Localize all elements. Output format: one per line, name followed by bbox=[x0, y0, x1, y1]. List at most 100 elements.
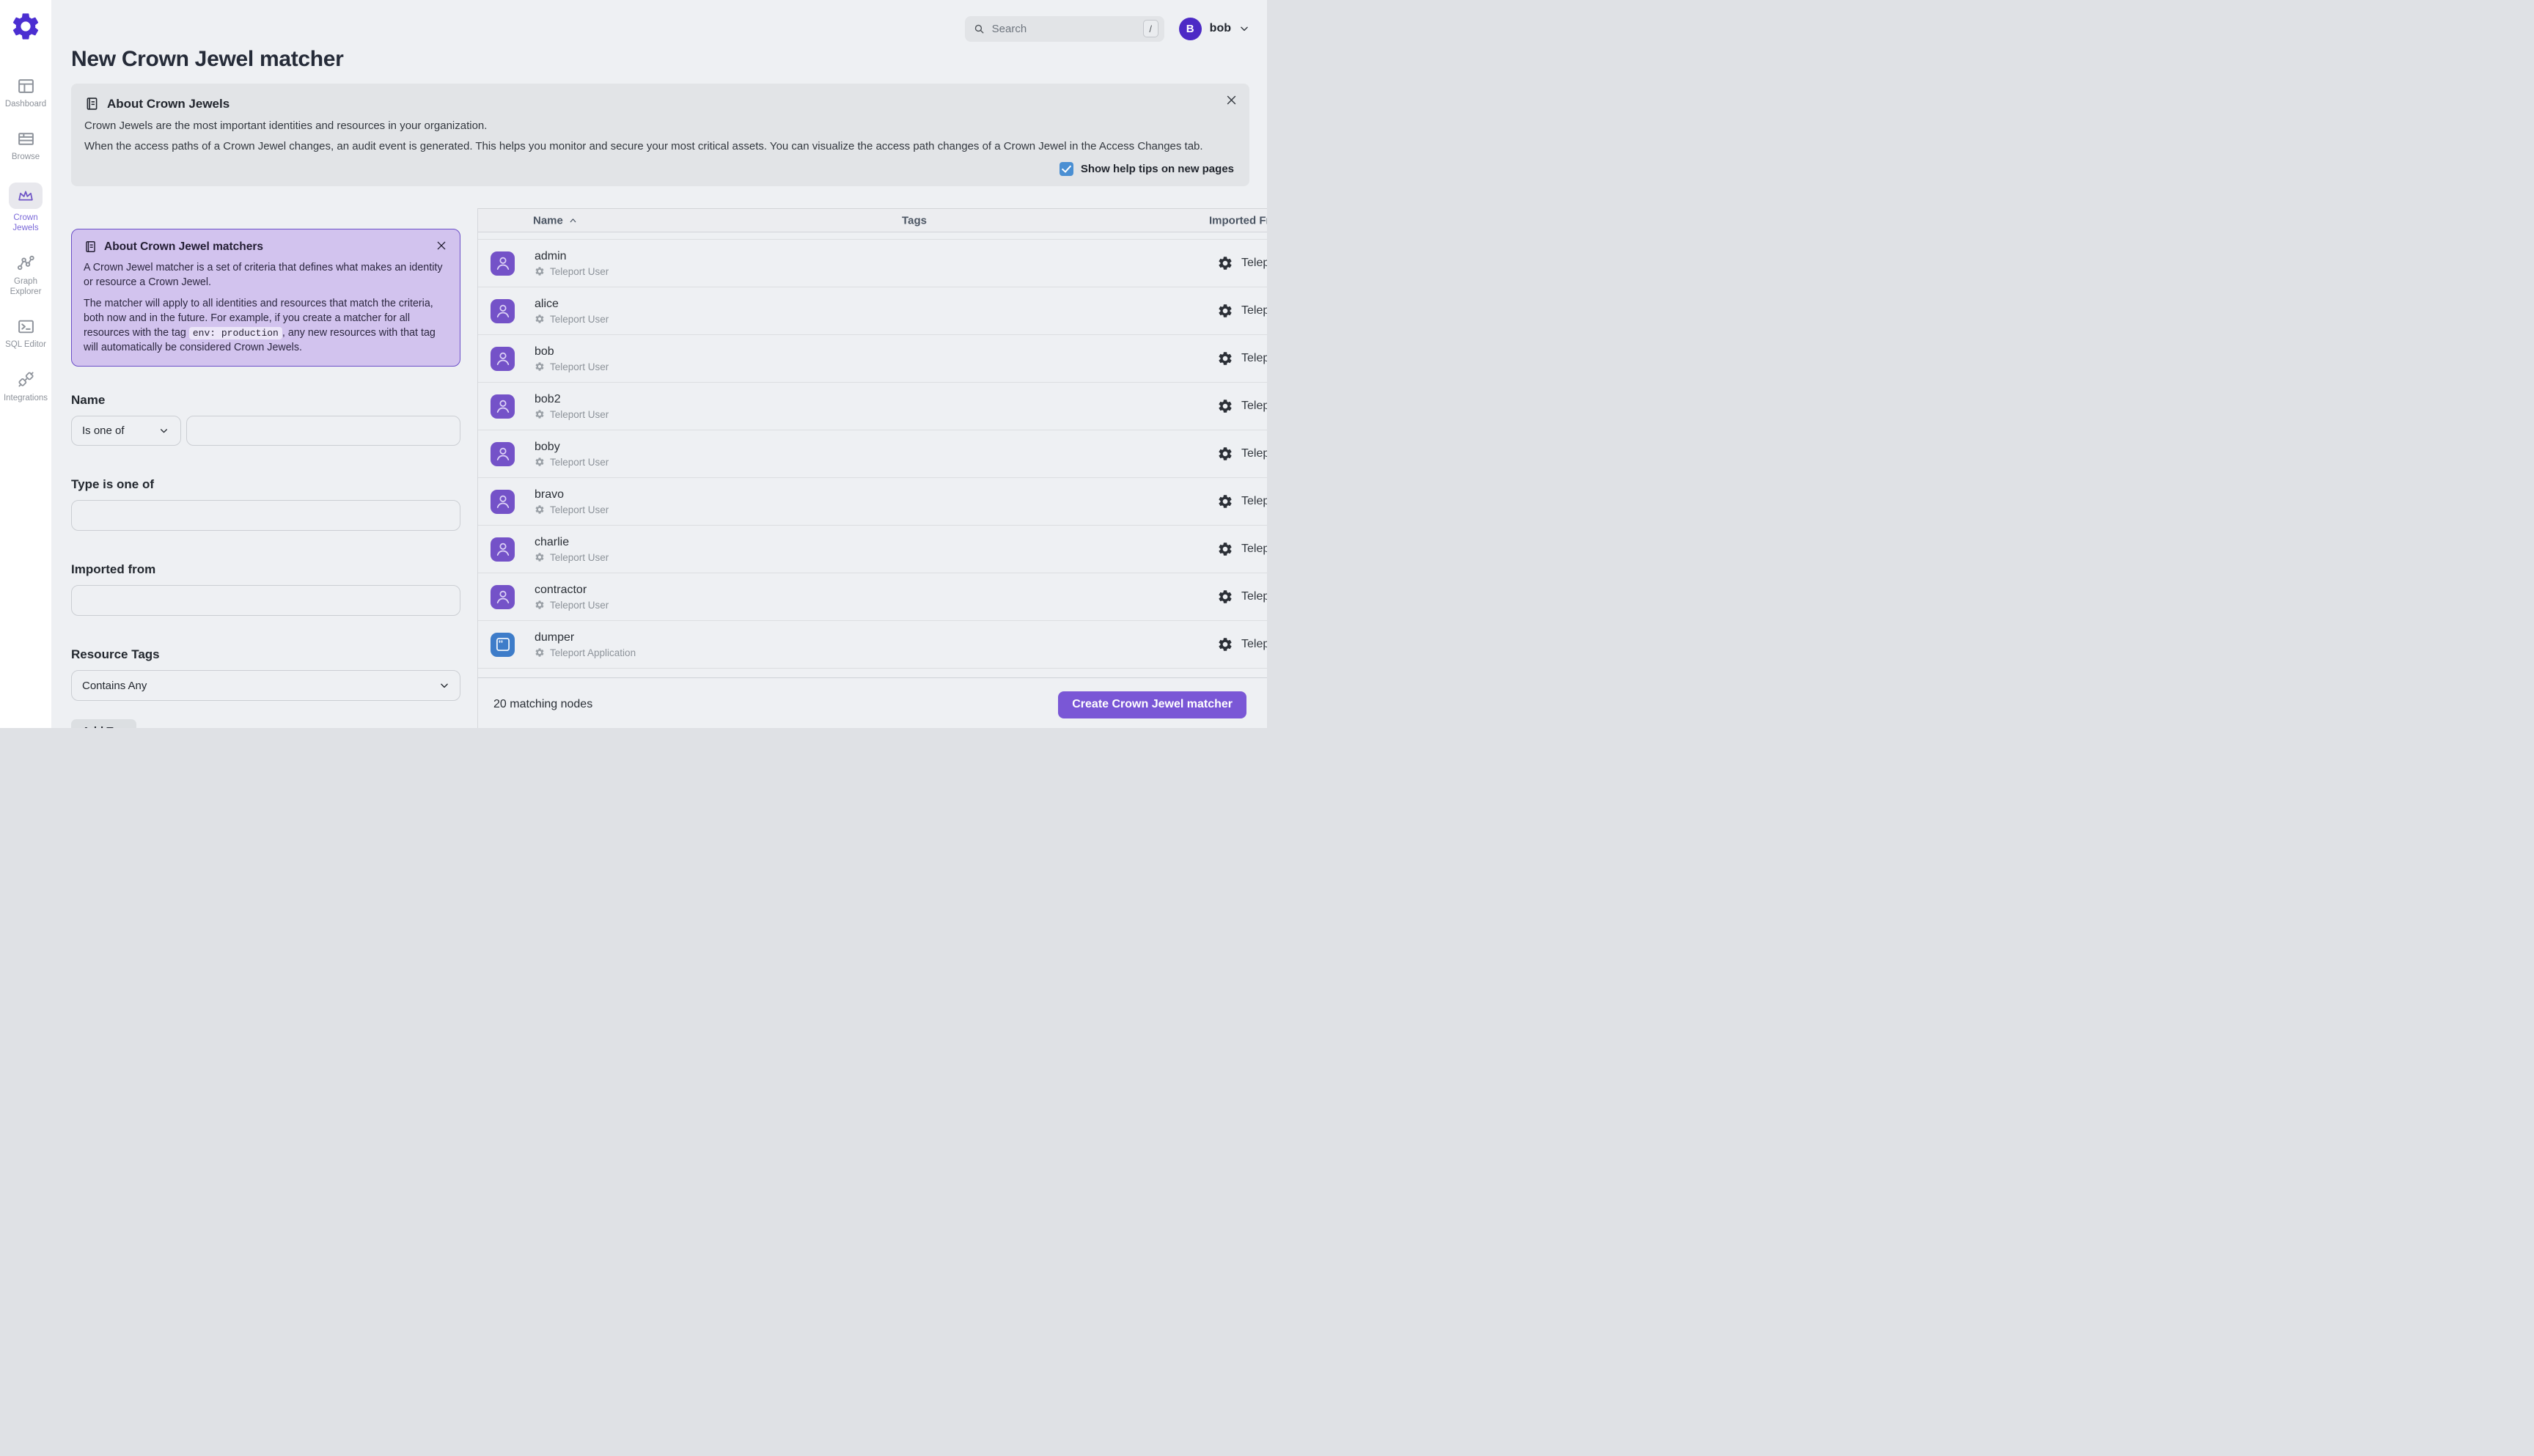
book-icon bbox=[84, 96, 100, 111]
table-row[interactable]: charlie Teleport User Teleport bbox=[478, 526, 1267, 573]
gear-icon bbox=[535, 266, 545, 276]
table-row[interactable]: admin Teleport User Teleport bbox=[478, 240, 1267, 287]
banner-paragraph: When the access paths of a Crown Jewel c… bbox=[84, 140, 1203, 152]
imported-from-value: Teleport bbox=[1241, 590, 1267, 603]
table-row[interactable]: alice Teleport User Teleport bbox=[478, 287, 1267, 335]
sidebar-item-label: Integrations bbox=[3, 393, 48, 402]
search-input[interactable]: Search / bbox=[964, 15, 1164, 42]
column-header-name[interactable]: Name bbox=[533, 214, 578, 227]
imported-from-cell: Teleport bbox=[1217, 446, 1267, 462]
imported-from-label: Imported from bbox=[71, 562, 156, 577]
partially-visible-row bbox=[478, 669, 1267, 678]
sidebar: Dashboard Browse Crown Jewels Graph Explor… bbox=[0, 0, 51, 728]
column-header-tags[interactable]: Tags bbox=[902, 214, 927, 227]
add-tag-button[interactable]: Add Tag bbox=[71, 719, 136, 728]
search-icon bbox=[973, 23, 985, 35]
crown-jewel-matcher-page: Dashboard Browse Crown Jewels Graph Explor… bbox=[0, 0, 1267, 728]
node-type: Teleport User bbox=[550, 313, 609, 325]
sidebar-item-sql-editor[interactable]: SQL Editor bbox=[0, 317, 51, 350]
gear-icon bbox=[535, 504, 545, 515]
imported-from-value: Teleport bbox=[1241, 495, 1267, 507]
table-row[interactable]: dumper Teleport Application Teleport bbox=[478, 621, 1267, 669]
search-placeholder: Search bbox=[991, 22, 1027, 35]
sort-ascending-icon bbox=[568, 216, 578, 225]
user-icon bbox=[493, 444, 513, 463]
sidebar-item-label: Graph Explorer bbox=[10, 276, 42, 296]
user-menu[interactable]: B bob bbox=[1178, 17, 1249, 40]
graph-icon bbox=[16, 254, 35, 273]
gear-icon bbox=[1217, 398, 1233, 414]
gear-icon bbox=[1217, 446, 1233, 462]
node-avatar bbox=[491, 441, 515, 466]
node-avatar bbox=[491, 584, 515, 609]
sidebar-item-dashboard[interactable]: Dashboard bbox=[0, 76, 51, 109]
node-avatar bbox=[491, 489, 515, 514]
table-row[interactable]: boby Teleport User Teleport bbox=[478, 430, 1267, 478]
imported-from-cell: Teleport bbox=[1217, 398, 1267, 414]
chevron-down-icon bbox=[159, 426, 169, 435]
node-avatar bbox=[491, 537, 515, 562]
node-type: Teleport User bbox=[550, 599, 609, 611]
table-row[interactable]: bob2 Teleport User Teleport bbox=[478, 383, 1267, 430]
book-icon bbox=[84, 240, 98, 254]
gear-icon bbox=[535, 457, 545, 467]
table-row[interactable]: contractor Teleport User Teleport bbox=[478, 573, 1267, 621]
banner-title: About Crown Jewels bbox=[107, 96, 230, 111]
imported-from-input[interactable] bbox=[71, 585, 460, 617]
sidebar-item-crown-jewels[interactable]: Crown Jewels bbox=[0, 182, 51, 234]
user-icon bbox=[493, 254, 513, 273]
node-type: Teleport User bbox=[550, 265, 609, 277]
gear-icon bbox=[1217, 493, 1233, 510]
gear-icon bbox=[535, 361, 545, 372]
column-header-imported-from[interactable]: Imported From bbox=[1209, 214, 1267, 227]
node-type: Teleport Application bbox=[550, 647, 636, 658]
node-avatar bbox=[491, 298, 515, 323]
show-help-checkbox[interactable] bbox=[1059, 162, 1073, 176]
teleport-gear-logo-icon[interactable] bbox=[10, 10, 42, 43]
imported-from-cell: Teleport bbox=[1217, 255, 1267, 271]
avatar: B bbox=[1178, 17, 1202, 40]
sidebar-item-graph-explorer[interactable]: Graph Explorer bbox=[0, 254, 51, 298]
imported-from-value: Teleport bbox=[1241, 543, 1267, 555]
code-chip: env: production bbox=[188, 326, 282, 339]
table-header: Name Tags Imported From bbox=[478, 208, 1267, 232]
about-crown-jewels-banner: About Crown Jewels Crown Jewels are the … bbox=[71, 84, 1249, 186]
close-info-box-icon[interactable] bbox=[435, 239, 448, 252]
table-row[interactable]: bravo Teleport User Teleport bbox=[478, 478, 1267, 526]
imported-from-cell: Teleport bbox=[1217, 541, 1267, 557]
create-crown-jewel-matcher-button[interactable]: Create Crown Jewel matcher bbox=[1058, 691, 1246, 718]
sidebar-item-label: Crown Jewels bbox=[12, 213, 39, 233]
plug-icon bbox=[16, 370, 35, 389]
name-operator-select[interactable]: Is one of bbox=[71, 416, 181, 446]
matcher-form-panel: About Crown Jewel matchers A Crown Jewel… bbox=[51, 208, 478, 728]
user-icon bbox=[493, 540, 513, 559]
imported-from-value: Teleport bbox=[1241, 352, 1267, 364]
node-name: boby bbox=[535, 440, 560, 453]
gear-icon bbox=[535, 314, 545, 324]
application-icon bbox=[493, 635, 513, 654]
name-value-input[interactable] bbox=[186, 416, 460, 446]
tags-operator-select[interactable]: Contains Any bbox=[71, 670, 460, 702]
user-icon bbox=[493, 301, 513, 320]
close-banner-icon[interactable] bbox=[1224, 93, 1238, 106]
node-type: Teleport User bbox=[550, 408, 609, 420]
chevron-down-icon bbox=[1239, 23, 1249, 34]
gear-icon bbox=[1217, 255, 1233, 271]
type-value-input[interactable] bbox=[71, 500, 460, 532]
search-shortcut-key: / bbox=[1142, 20, 1158, 37]
sidebar-item-integrations[interactable]: Integrations bbox=[0, 370, 51, 403]
imported-from-value: Teleport bbox=[1241, 638, 1267, 650]
table-row[interactable]: bob Teleport User Teleport bbox=[478, 335, 1267, 383]
imported-from-cell: Teleport bbox=[1217, 303, 1267, 319]
gear-icon bbox=[1217, 636, 1233, 652]
gear-icon bbox=[1217, 541, 1233, 557]
node-type: Teleport User bbox=[550, 504, 609, 515]
imported-from-value: Teleport bbox=[1241, 447, 1267, 460]
sidebar-nav: Dashboard Browse Crown Jewels Graph Explor… bbox=[0, 76, 51, 403]
gear-icon bbox=[535, 552, 545, 562]
imported-from-value: Teleport bbox=[1241, 400, 1267, 412]
sidebar-item-browse[interactable]: Browse bbox=[0, 129, 51, 162]
user-icon bbox=[493, 492, 513, 511]
gear-icon bbox=[1217, 303, 1233, 319]
user-icon bbox=[493, 587, 513, 606]
